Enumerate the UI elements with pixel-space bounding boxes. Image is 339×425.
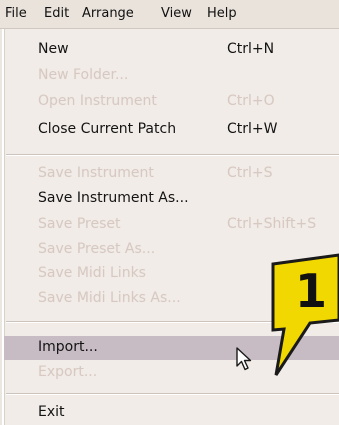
menu-item-open-instrument: Open Instrument Ctrl+O [4, 90, 339, 114]
menu-item-exit[interactable]: Exit [4, 401, 339, 425]
menu-item-label: New Folder... [38, 67, 129, 83]
menu-item-shortcut: Ctrl+O [227, 93, 275, 109]
menu-item-close-current-patch[interactable]: Close Current Patch Ctrl+W [4, 118, 339, 142]
menu-item-shortcut: Ctrl+S [227, 165, 273, 181]
menu-item-label: Exit [38, 404, 65, 420]
menu-item-label: Save Preset [38, 216, 121, 232]
menu-item-save-instrument-as[interactable]: Save Instrument As... [4, 187, 339, 211]
menu-item-label: New [38, 41, 69, 57]
menu-item-label: Save Midi Links As... [38, 290, 181, 306]
menu-item-new[interactable]: New Ctrl+N [4, 38, 339, 62]
menu-item-shortcut: Ctrl+W [227, 121, 278, 137]
menu-item-label: Close Current Patch [38, 121, 177, 137]
menu-edit[interactable]: Edit [44, 6, 69, 21]
menu-file[interactable]: File [5, 6, 27, 21]
menu-separator [6, 154, 339, 156]
menu-item-shortcut: Ctrl+Shift+S [227, 216, 317, 232]
menu-item-label: Open Instrument [38, 93, 157, 109]
menu-item-label: Save Instrument As... [38, 190, 189, 206]
menu-bar: File Edit Arrange View Help [0, 0, 339, 29]
menu-item-label: Import... [38, 339, 98, 355]
menu-item-label: Save Preset As... [38, 241, 156, 257]
mouse-pointer-icon [236, 347, 252, 371]
menu-arrange[interactable]: Arrange [82, 6, 134, 21]
menu-view[interactable]: View [161, 6, 192, 21]
menu-item-label: Save Midi Links [38, 265, 146, 281]
menu-item-label: Save Instrument [38, 165, 154, 181]
menu-item-save-instrument: Save Instrument Ctrl+S [4, 162, 339, 186]
menu-item-save-preset: Save Preset Ctrl+Shift+S [4, 213, 339, 237]
menu-item-new-folder: New Folder... [4, 64, 339, 88]
menu-item-shortcut: Ctrl+N [227, 41, 275, 57]
callout-number: 1 [295, 264, 327, 318]
menu-item-label: Export... [38, 364, 98, 380]
menu-separator [6, 393, 339, 395]
step-callout: 1 [271, 253, 339, 376]
menu-help[interactable]: Help [207, 6, 237, 21]
